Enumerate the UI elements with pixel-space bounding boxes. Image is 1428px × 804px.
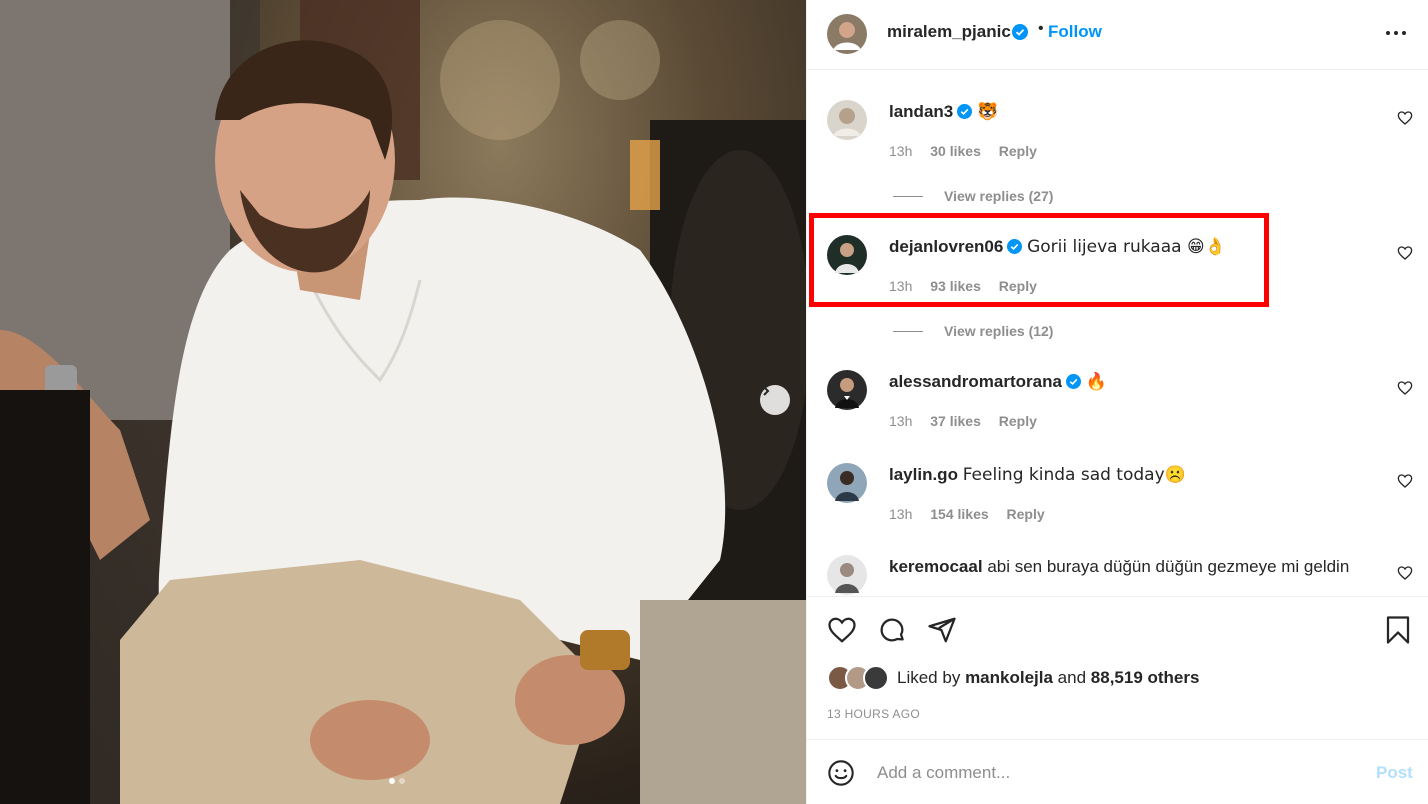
view-replies-button[interactable]: View replies (27)	[893, 188, 1053, 204]
post-side-panel: miralem_pjanic • Follow landan3 🐯 13h 30…	[806, 0, 1428, 804]
like-heart-icon[interactable]	[827, 615, 857, 645]
comment-body: laylin.go Feeling kinda sad today☹️	[889, 465, 1186, 485]
follow-button[interactable]: Follow	[1048, 22, 1102, 42]
view-replies-line	[893, 196, 923, 197]
comment-meta: 13h 30 likes Reply	[889, 143, 1051, 159]
comment-username[interactable]: dejanlovren06	[889, 237, 1003, 256]
comment-username[interactable]: landan3	[889, 102, 953, 121]
comment-username[interactable]: laylin.go	[889, 465, 958, 484]
comment-likes[interactable]: 93 likes	[930, 278, 981, 294]
verified-badge-icon	[1012, 24, 1028, 40]
photo-illustration	[0, 0, 806, 804]
comment-likes[interactable]: 30 likes	[930, 143, 981, 159]
verified-badge-icon	[1065, 374, 1081, 389]
commenter-avatar[interactable]	[827, 555, 867, 595]
emoji-icon[interactable]	[827, 759, 855, 787]
post-timestamp: 13 HOURS AGO	[827, 707, 920, 721]
commenter-avatar[interactable]	[827, 463, 867, 503]
author-avatar[interactable]	[827, 14, 867, 54]
like-comment-icon[interactable]	[1397, 565, 1413, 581]
comment-meta: 13h 93 likes Reply	[889, 278, 1051, 294]
comment-bubble-icon[interactable]	[877, 615, 907, 645]
post-header: miralem_pjanic • Follow	[807, 0, 1428, 70]
reply-button[interactable]: Reply	[999, 278, 1037, 294]
comments-list[interactable]: landan3 🐯 13h 30 likes Reply View replie…	[807, 71, 1428, 595]
commenter-avatar[interactable]	[827, 235, 867, 275]
likes-prefix: Liked by	[897, 668, 961, 687]
comment-text: 🐯	[976, 102, 999, 122]
comment-text: Feeling kinda sad today☹️	[962, 465, 1186, 485]
comment-username[interactable]: alessandromartorana	[889, 372, 1062, 391]
likes-user[interactable]: mankolejla	[965, 668, 1053, 687]
comment-meta: 13h 37 likes Reply	[889, 413, 1051, 429]
reply-button[interactable]: Reply	[1007, 506, 1045, 522]
comment-composer: Post	[807, 741, 1428, 804]
like-comment-icon[interactable]	[1397, 245, 1413, 261]
comment-likes[interactable]: 154 likes	[930, 506, 988, 522]
post-photo	[0, 0, 806, 804]
share-send-icon[interactable]	[927, 615, 957, 645]
reply-button[interactable]: Reply	[999, 413, 1037, 429]
view-replies-label: View replies (12)	[944, 323, 1054, 339]
commenter-avatar[interactable]	[827, 370, 867, 410]
header-separator: •	[1038, 20, 1044, 37]
carousel-dot	[399, 778, 405, 784]
verified-badge-icon	[957, 104, 973, 119]
verified-badge-icon	[1007, 239, 1023, 254]
like-comment-icon[interactable]	[1397, 473, 1413, 489]
comment-time: 13h	[889, 278, 913, 294]
more-horizontal-icon[interactable]	[1385, 24, 1407, 42]
comment-input[interactable]	[877, 757, 1337, 789]
comment-body: alessandromartorana 🔥	[889, 372, 1107, 392]
like-comment-icon[interactable]	[1397, 380, 1413, 396]
comment-text: 🔥	[1085, 372, 1107, 392]
comment-text: Gorii lijeva rukaaa 😁👌	[1027, 237, 1226, 257]
carousel-dot-active	[389, 778, 395, 784]
likes-others[interactable]: 88,519 others	[1091, 668, 1200, 687]
comment-text: abi sen buraya düğün düğün gezmeye mi ge…	[987, 557, 1350, 576]
comment-time: 13h	[889, 413, 913, 429]
post-comment-button[interactable]: Post	[1376, 763, 1413, 783]
author-username[interactable]: miralem_pjanic	[887, 22, 1011, 42]
liker-avatar	[863, 665, 889, 691]
carousel-indicator	[389, 778, 405, 784]
reply-button[interactable]: Reply	[999, 143, 1037, 159]
view-replies-button[interactable]: View replies (12)	[893, 323, 1053, 339]
comment-meta: 13h 154 likes Reply	[889, 506, 1059, 522]
view-replies-line	[893, 331, 923, 332]
view-replies-label: View replies (27)	[944, 188, 1054, 204]
next-photo-button[interactable]	[760, 385, 790, 415]
bookmark-save-icon[interactable]	[1385, 615, 1411, 645]
comment-time: 13h	[889, 506, 913, 522]
like-comment-icon[interactable]	[1397, 110, 1413, 126]
comment-username[interactable]: keremocaal	[889, 557, 983, 576]
chevron-right-icon	[763, 386, 770, 396]
post-actions: Liked by mankolejla and 88,519 others 13…	[807, 596, 1428, 740]
comment-body: dejanlovren06 Gorii lijeva rukaaa 😁👌	[889, 237, 1226, 257]
comment-time: 13h	[889, 143, 913, 159]
likes-text: Liked by mankolejla and 88,519 others	[897, 668, 1199, 688]
commenter-avatar[interactable]	[827, 100, 867, 140]
likes-summary[interactable]: Liked by mankolejla and 88,519 others	[827, 664, 1199, 692]
comment-body: landan3 🐯	[889, 102, 998, 122]
comment-body: keremocaal abi sen buraya düğün düğün ge…	[889, 557, 1349, 577]
comment-likes[interactable]: 37 likes	[930, 413, 981, 429]
likes-connector: and	[1057, 668, 1087, 687]
